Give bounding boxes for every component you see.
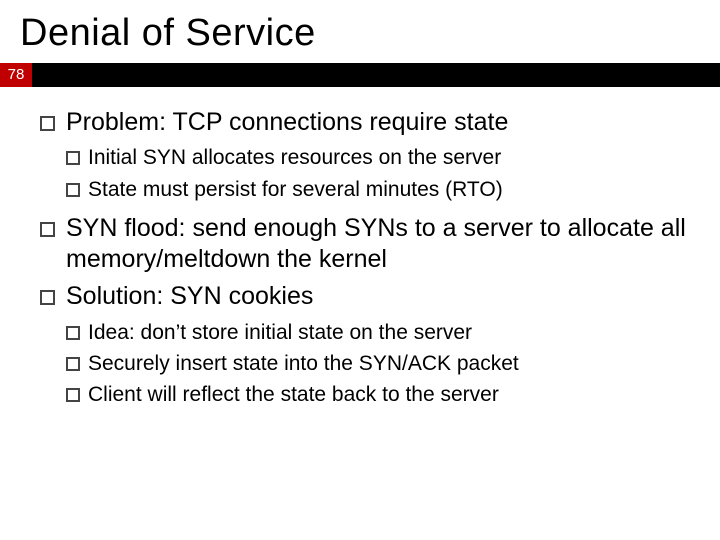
bullet-lvl2: Client will reflect the state back to th… (66, 381, 690, 408)
slide-body: Problem: TCP connections require state I… (0, 87, 720, 408)
bullet-text: SYN flood: send enough SYNs to a server … (66, 214, 686, 273)
slide-title: Denial of Service (0, 0, 720, 63)
bullet-lvl1: Solution: SYN cookies Idea: don’t store … (40, 281, 690, 408)
title-bar: 78 (0, 63, 720, 87)
bullet-lvl2: Initial SYN allocates resources on the s… (66, 144, 690, 171)
bullet-text: Solution: SYN cookies (66, 282, 313, 310)
bullet-text: Problem: TCP connections require state (66, 108, 508, 136)
page-number: 78 (0, 63, 32, 87)
bullet-lvl2: State must persist for several minutes (… (66, 176, 690, 203)
bullet-lvl2: Securely insert state into the SYN/ACK p… (66, 350, 690, 377)
bullet-lvl1: Problem: TCP connections require state I… (40, 107, 690, 203)
slide: Denial of Service 78 Problem: TCP connec… (0, 0, 720, 540)
bullet-lvl1: SYN flood: send enough SYNs to a server … (40, 213, 690, 276)
bullet-lvl2: Idea: don’t store initial state on the s… (66, 319, 690, 346)
